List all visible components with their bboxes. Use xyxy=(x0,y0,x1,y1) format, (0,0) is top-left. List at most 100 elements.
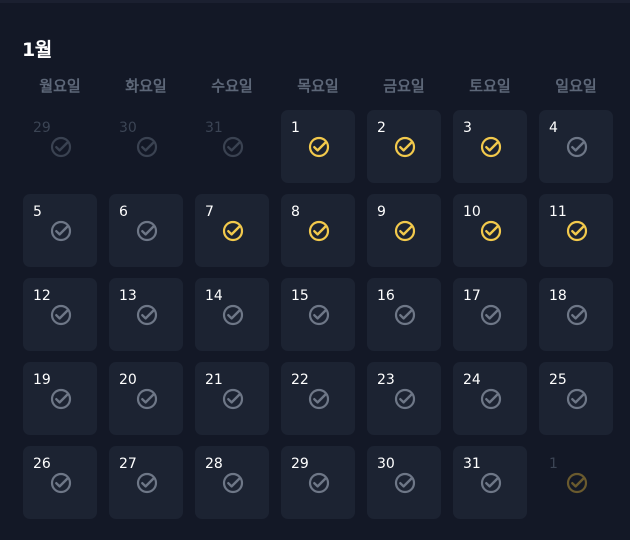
day-number: 30 xyxy=(377,456,395,472)
check-circle-icon xyxy=(308,472,330,494)
day-number: 17 xyxy=(463,288,481,304)
day-number: 31 xyxy=(463,456,481,472)
day-number: 21 xyxy=(205,372,223,388)
day-number: 1 xyxy=(291,120,300,136)
calendar-day[interactable]: 12 xyxy=(23,278,97,351)
calendar-day-outside[interactable]: 31 xyxy=(195,110,269,183)
check-circle-icon xyxy=(480,136,502,158)
calendar-day[interactable]: 17 xyxy=(453,278,527,351)
day-number: 13 xyxy=(119,288,137,304)
check-circle-icon xyxy=(136,304,158,326)
check-circle-icon xyxy=(50,220,72,242)
day-number: 10 xyxy=(463,204,481,220)
check-circle-icon xyxy=(480,472,502,494)
weekday-label: 일요일 xyxy=(555,77,597,95)
check-circle-icon xyxy=(394,388,416,410)
check-circle-icon xyxy=(308,388,330,410)
day-number: 19 xyxy=(33,372,51,388)
check-circle-icon xyxy=(394,136,416,158)
day-number: 6 xyxy=(119,204,128,220)
day-number: 8 xyxy=(291,204,300,220)
check-circle-icon xyxy=(566,472,588,494)
calendar-day[interactable]: 7 xyxy=(195,194,269,267)
day-number: 11 xyxy=(549,204,567,220)
day-number: 24 xyxy=(463,372,481,388)
check-circle-icon xyxy=(50,136,72,158)
calendar-day[interactable]: 1 xyxy=(281,110,355,183)
calendar-day[interactable]: 3 xyxy=(453,110,527,183)
day-number: 12 xyxy=(33,288,51,304)
calendar-day[interactable]: 18 xyxy=(539,278,613,351)
calendar-day[interactable]: 2 xyxy=(367,110,441,183)
day-number: 23 xyxy=(377,372,395,388)
check-circle-icon xyxy=(566,220,588,242)
calendar-grid: 29 30 31 1 2 3 4 5 6 7 8 9 10 11 12 13 14 15 16 17 18 19 20 21 2… xyxy=(23,110,613,522)
calendar-day[interactable]: 15 xyxy=(281,278,355,351)
day-number: 31 xyxy=(205,120,223,136)
day-number: 25 xyxy=(549,372,567,388)
check-circle-icon xyxy=(136,136,158,158)
weekday-label: 금요일 xyxy=(383,77,425,95)
check-circle-icon xyxy=(566,388,588,410)
calendar-day[interactable]: 29 xyxy=(281,446,355,519)
day-number: 18 xyxy=(549,288,567,304)
day-number: 7 xyxy=(205,204,214,220)
day-number: 4 xyxy=(549,120,558,136)
calendar-day[interactable]: 4 xyxy=(539,110,613,183)
day-number: 26 xyxy=(33,456,51,472)
check-circle-icon xyxy=(394,220,416,242)
day-number: 5 xyxy=(33,204,42,220)
weekday-header: 월요일 화요일 수요일 목요일 금요일 토요일 일요일 xyxy=(23,75,613,97)
day-number: 27 xyxy=(119,456,137,472)
calendar-day[interactable]: 16 xyxy=(367,278,441,351)
day-number: 15 xyxy=(291,288,309,304)
calendar-day[interactable]: 5 xyxy=(23,194,97,267)
calendar-day[interactable]: 28 xyxy=(195,446,269,519)
day-number: 3 xyxy=(463,120,472,136)
calendar-day[interactable]: 19 xyxy=(23,362,97,435)
calendar-day[interactable]: 23 xyxy=(367,362,441,435)
calendar-day-outside[interactable]: 30 xyxy=(109,110,183,183)
calendar-day[interactable]: 11 xyxy=(539,194,613,267)
check-circle-icon xyxy=(136,472,158,494)
calendar-day[interactable]: 27 xyxy=(109,446,183,519)
check-circle-icon xyxy=(222,388,244,410)
calendar-day[interactable]: 24 xyxy=(453,362,527,435)
check-circle-icon xyxy=(50,304,72,326)
day-number: 1 xyxy=(549,456,558,472)
check-circle-icon xyxy=(222,472,244,494)
calendar-day[interactable]: 31 xyxy=(453,446,527,519)
check-circle-icon xyxy=(394,472,416,494)
weekday-label: 토요일 xyxy=(469,77,511,95)
day-number: 9 xyxy=(377,204,386,220)
calendar-day[interactable]: 6 xyxy=(109,194,183,267)
check-circle-icon xyxy=(480,220,502,242)
check-circle-icon xyxy=(308,304,330,326)
check-circle-icon xyxy=(308,220,330,242)
calendar-day[interactable]: 13 xyxy=(109,278,183,351)
weekday-label: 화요일 xyxy=(125,77,167,95)
calendar-day-outside[interactable]: 29 xyxy=(23,110,97,183)
check-circle-icon xyxy=(566,136,588,158)
check-circle-icon xyxy=(222,220,244,242)
check-circle-icon xyxy=(394,304,416,326)
attendance-calendar: 1월 월요일 화요일 수요일 목요일 금요일 토요일 일요일 29 30 31 1 2 3… xyxy=(0,0,630,540)
calendar-day[interactable]: 30 xyxy=(367,446,441,519)
calendar-day-outside[interactable]: 1 xyxy=(539,446,613,519)
day-number: 16 xyxy=(377,288,395,304)
calendar-day[interactable]: 14 xyxy=(195,278,269,351)
calendar-day[interactable]: 20 xyxy=(109,362,183,435)
calendar-day[interactable]: 8 xyxy=(281,194,355,267)
calendar-day[interactable]: 26 xyxy=(23,446,97,519)
weekday-label: 수요일 xyxy=(211,77,253,95)
calendar-day[interactable]: 25 xyxy=(539,362,613,435)
calendar-day[interactable]: 22 xyxy=(281,362,355,435)
month-title: 1월 xyxy=(22,39,52,61)
check-circle-icon xyxy=(50,388,72,410)
check-circle-icon xyxy=(136,220,158,242)
calendar-day[interactable]: 9 xyxy=(367,194,441,267)
day-number: 29 xyxy=(33,120,51,136)
calendar-day[interactable]: 21 xyxy=(195,362,269,435)
calendar-day[interactable]: 10 xyxy=(453,194,527,267)
check-circle-icon xyxy=(136,388,158,410)
